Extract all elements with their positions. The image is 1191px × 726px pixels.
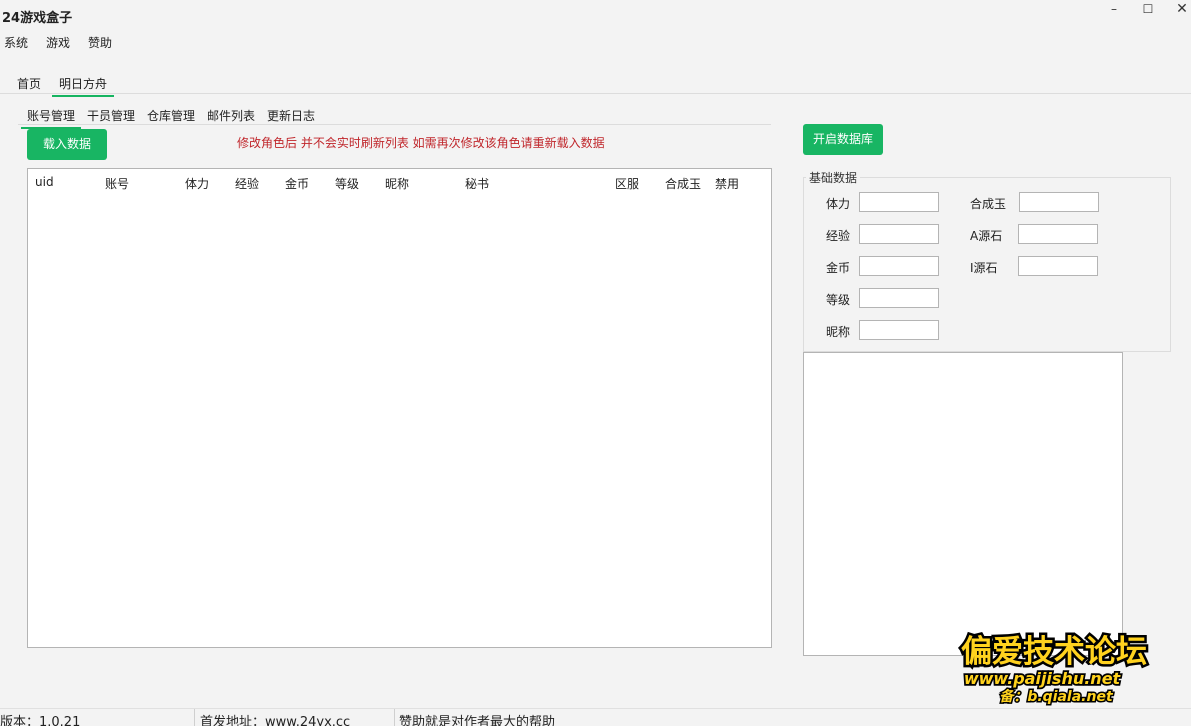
- a-originite-label: A源石: [970, 229, 1003, 243]
- tab-home[interactable]: 首页: [17, 75, 41, 92]
- basic-data-group-title: 基础数据: [806, 169, 861, 186]
- maximize-button[interactable]: ☐: [1130, 2, 1166, 18]
- level-label: 等级: [826, 293, 851, 307]
- watermark-backup-url: 备：b.qiala.net: [999, 688, 1114, 705]
- tab-arknights[interactable]: 明日方舟: [51, 75, 115, 97]
- i-originite-input[interactable]: [1018, 256, 1098, 276]
- nickname-input[interactable]: [859, 320, 939, 340]
- tab-mail-list[interactable]: 邮件列表: [207, 107, 255, 124]
- load-data-button[interactable]: 载入数据: [27, 129, 107, 160]
- title-bar: 24游戏盒子 – ☐ ✕: [0, 0, 1191, 28]
- menu-system[interactable]: 系统: [4, 34, 28, 51]
- account-table[interactable]: uid 账号 体力 经验 金币 等级 昵称 秘书 区服 合成玉 禁用: [27, 168, 772, 648]
- column-header-server[interactable]: 区服: [615, 175, 639, 192]
- close-button[interactable]: ✕: [1164, 2, 1191, 18]
- column-header-gold[interactable]: 金币: [285, 175, 309, 192]
- minimize-button[interactable]: –: [1096, 2, 1132, 18]
- column-header-exp[interactable]: 经验: [235, 175, 259, 192]
- gold-input[interactable]: [859, 256, 939, 276]
- status-separator: [394, 709, 395, 726]
- status-thanks: 赞助就是对作者最大的帮助: [399, 715, 556, 726]
- exp-input[interactable]: [859, 224, 939, 244]
- app-title: 24游戏盒子: [2, 11, 73, 26]
- open-database-button[interactable]: 开启数据库: [803, 124, 883, 155]
- column-header-stamina[interactable]: 体力: [185, 175, 209, 192]
- column-header-orundum[interactable]: 合成玉: [665, 175, 701, 192]
- menu-game[interactable]: 游戏: [46, 34, 70, 51]
- sub-tab-bar: 账号管理 干员管理 仓库管理 邮件列表 更新日志: [18, 105, 771, 129]
- tab-operator-management[interactable]: 干员管理: [87, 107, 135, 124]
- warning-text: 修改角色后 并不会实时刷新列表 如需再次修改该角色请重新载入数据: [237, 136, 605, 150]
- app-window: 24游戏盒子 – ☐ ✕ 系统 游戏 赞助 首页 明日方舟 账号管理 干员管理 …: [0, 0, 1191, 726]
- stamina-input[interactable]: [859, 192, 939, 212]
- exp-label: 经验: [826, 229, 851, 243]
- i-originite-label: I源石: [970, 261, 998, 275]
- status-version: 版本：1.0.21: [0, 715, 81, 726]
- a-originite-input[interactable]: [1018, 224, 1098, 244]
- status-bar: 版本：1.0.21 首发地址：www.24yx.cc 赞助就是对作者最大的帮助: [0, 708, 1191, 726]
- column-header-account[interactable]: 账号: [105, 175, 129, 192]
- gold-label: 金币: [826, 261, 851, 275]
- orundum-input[interactable]: [1019, 192, 1099, 212]
- tab-account-management[interactable]: 账号管理: [20, 107, 82, 129]
- status-site: 首发地址：www.24yx.cc: [200, 715, 351, 726]
- status-separator: [194, 709, 195, 726]
- column-header-nickname[interactable]: 昵称: [385, 175, 409, 192]
- nickname-label: 昵称: [826, 325, 851, 339]
- stamina-label: 体力: [826, 197, 851, 211]
- column-header-uid[interactable]: uid: [35, 175, 54, 189]
- tab-changelog[interactable]: 更新日志: [267, 107, 315, 124]
- orundum-label: 合成玉: [970, 197, 1007, 211]
- top-tab-bar: 首页 明日方舟: [0, 72, 1191, 97]
- watermark-url: www.paijishu.net: [964, 669, 1122, 688]
- menu-sponsor[interactable]: 赞助: [88, 34, 112, 51]
- tab-warehouse-management[interactable]: 仓库管理: [147, 107, 195, 124]
- column-header-banned[interactable]: 禁用: [715, 175, 739, 192]
- log-textarea[interactable]: [803, 352, 1123, 656]
- table-header: uid 账号 体力 经验 金币 等级 昵称 秘书 区服 合成玉 禁用: [28, 169, 771, 195]
- watermark-title: 偏爱技术论坛: [961, 634, 1147, 670]
- watermark-logo: 偏爱技术论坛 www.paijishu.net 备：b.qiala.net: [959, 632, 1150, 707]
- column-header-level[interactable]: 等级: [335, 175, 359, 192]
- level-input[interactable]: [859, 288, 939, 308]
- column-header-secretary[interactable]: 秘书: [465, 175, 489, 192]
